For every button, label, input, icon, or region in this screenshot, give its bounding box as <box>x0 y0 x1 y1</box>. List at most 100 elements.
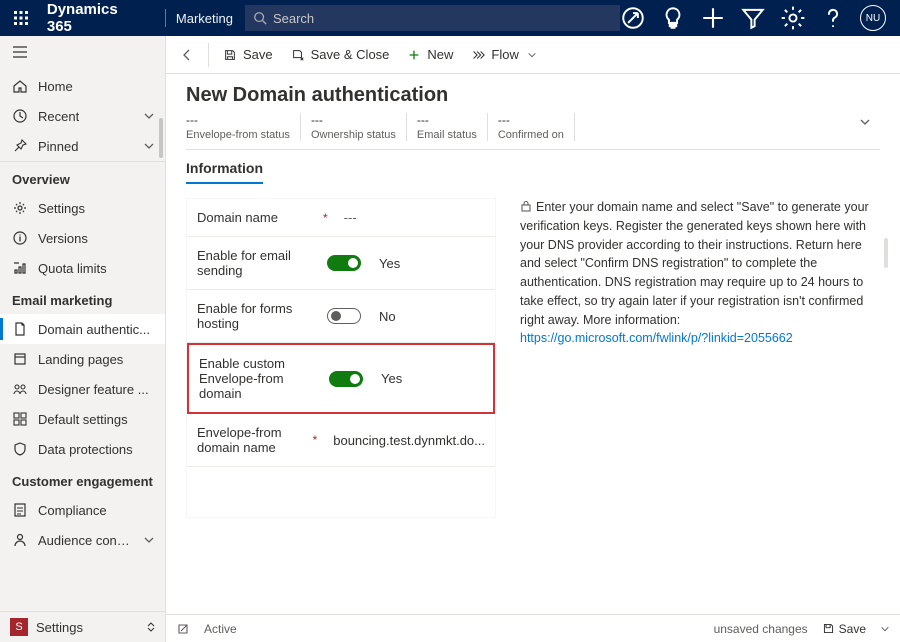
area-badge: S <box>10 618 28 636</box>
sidebar-label: Home <box>38 79 73 94</box>
popout-icon[interactable] <box>176 622 190 636</box>
pin-icon <box>12 138 28 154</box>
sidebar-section-overview: Overview <box>0 162 165 193</box>
hamburger-icon[interactable] <box>0 36 165 71</box>
chevron-down-icon <box>143 110 155 122</box>
sidebar-item-recent[interactable]: Recent <box>0 101 165 131</box>
field-domain-name[interactable]: Domain name * --- <box>187 199 495 237</box>
back-button[interactable] <box>172 40 202 70</box>
sidebar-label: Versions <box>38 231 88 246</box>
toggle-enable-forms[interactable] <box>327 308 361 324</box>
flow-button[interactable]: Flow <box>463 43 544 66</box>
info-icon <box>12 230 28 246</box>
sidebar-item-home[interactable]: Home <box>0 71 165 101</box>
sidebar-label: Data protections <box>38 442 133 457</box>
save-icon <box>223 48 237 62</box>
toggle-enable-custom-envelope[interactable] <box>329 371 363 387</box>
sidebar: Home Recent Pinned Overview Settings Ver… <box>0 36 166 642</box>
sidebar-label: Recent <box>38 109 79 124</box>
sidebar-label: Landing pages <box>38 352 123 367</box>
filter-icon[interactable] <box>740 5 766 31</box>
status-expand-button[interactable] <box>858 115 872 132</box>
save-close-button[interactable]: Save & Close <box>283 43 398 66</box>
new-button[interactable]: New <box>399 43 461 66</box>
sidebar-area-switcher[interactable]: S Settings <box>0 611 165 642</box>
save-button[interactable]: Save <box>215 43 281 66</box>
field-envelope-domain-name[interactable]: Envelope-from domain name * bouncing.tes… <box>187 414 495 467</box>
flow-icon <box>471 48 485 62</box>
chevron-down-icon <box>143 140 155 152</box>
flow-label: Flow <box>491 47 518 62</box>
search-icon <box>253 11 267 25</box>
sidebar-item-audience-config[interactable]: Audience configur... <box>0 525 165 555</box>
footer-state: Active <box>204 622 237 636</box>
new-label: New <box>427 47 453 62</box>
audience-icon <box>12 532 28 548</box>
save-label: Save <box>243 47 273 62</box>
sidebar-item-data-protections[interactable]: Data protections <box>0 434 165 464</box>
info-panel: Enter your domain name and select "Save"… <box>520 198 888 518</box>
info-text: Enter your domain name and select "Save"… <box>520 200 869 327</box>
form-left-column: Domain name * --- Enable for email sendi… <box>186 198 496 518</box>
plus-icon[interactable] <box>700 5 726 31</box>
search-box[interactable] <box>245 5 620 31</box>
tab-bar: Information <box>166 150 900 184</box>
help-icon[interactable] <box>820 5 846 31</box>
required-indicator: * <box>313 433 318 447</box>
field-enable-custom-envelope: Enable custom Envelope-from domain Yes <box>187 343 495 414</box>
status-envelope-from: --- Envelope-from status <box>186 113 301 141</box>
app-name-label: Marketing <box>176 11 233 26</box>
sidebar-item-pinned[interactable]: Pinned <box>0 131 165 161</box>
sidebar-item-compliance[interactable]: Compliance <box>0 495 165 525</box>
sidebar-item-domain-auth[interactable]: Domain authentic... <box>0 314 165 344</box>
sidebar-label: Pinned <box>38 139 78 154</box>
save-close-icon <box>291 48 305 62</box>
info-link[interactable]: https://go.microsoft.com/fwlink/p/?linki… <box>520 331 793 345</box>
clock-icon <box>12 108 28 124</box>
sidebar-label: Compliance <box>38 503 107 518</box>
brand-label: Dynamics 365 <box>47 1 143 35</box>
status-row: --- Envelope-from status --- Ownership s… <box>186 113 880 150</box>
sidebar-label: Settings <box>38 201 85 216</box>
top-bar: Dynamics 365 Marketing NU <box>0 0 900 36</box>
status-ownership: --- Ownership status <box>311 113 407 141</box>
sidebar-section-email-marketing: Email marketing <box>0 283 165 314</box>
assistant-icon[interactable] <box>620 5 646 31</box>
gear-icon[interactable] <box>780 5 806 31</box>
chevron-down-icon <box>143 534 155 546</box>
compliance-icon <box>12 502 28 518</box>
area-label: Settings <box>36 620 83 635</box>
search-input[interactable] <box>273 11 612 26</box>
sidebar-item-designer-feature[interactable]: Designer feature ... <box>0 374 165 404</box>
people-icon <box>12 381 28 397</box>
main-scrollbar[interactable] <box>884 238 888 268</box>
field-enable-email: Enable for email sending Yes <box>187 237 495 290</box>
page-header: New Domain authentication --- Envelope-f… <box>166 74 900 150</box>
chevron-down-icon[interactable] <box>880 624 890 634</box>
toggle-enable-email[interactable] <box>327 255 361 271</box>
sidebar-item-versions[interactable]: Versions <box>0 223 165 253</box>
required-indicator: * <box>323 211 328 225</box>
sidebar-label: Designer feature ... <box>38 382 149 397</box>
sidebar-label: Default settings <box>38 412 128 427</box>
sidebar-section-customer-engagement: Customer engagement <box>0 464 165 495</box>
tab-information[interactable]: Information <box>186 160 263 184</box>
footer-save-button[interactable]: Save <box>822 622 866 636</box>
user-avatar[interactable]: NU <box>860 5 886 31</box>
sidebar-item-default-settings[interactable]: Default settings <box>0 404 165 434</box>
lightbulb-icon[interactable] <box>660 5 686 31</box>
home-icon <box>12 78 28 94</box>
footer-unsaved: unsaved changes <box>714 622 808 636</box>
status-confirmed-on: --- Confirmed on <box>498 113 575 141</box>
page-icon <box>12 351 28 367</box>
sidebar-item-landing-pages[interactable]: Landing pages <box>0 344 165 374</box>
sidebar-item-quota[interactable]: Quota limits <box>0 253 165 283</box>
save-icon <box>822 622 835 635</box>
app-launcher-icon[interactable] <box>8 4 35 32</box>
status-email: --- Email status <box>417 113 488 141</box>
main-content: Save Save & Close New Flow New Domain au… <box>166 36 900 642</box>
page-title: New Domain authentication <box>186 84 880 107</box>
sidebar-item-settings[interactable]: Settings <box>0 193 165 223</box>
sidebar-label: Domain authentic... <box>38 322 150 337</box>
sidebar-scrollbar[interactable] <box>159 118 163 158</box>
